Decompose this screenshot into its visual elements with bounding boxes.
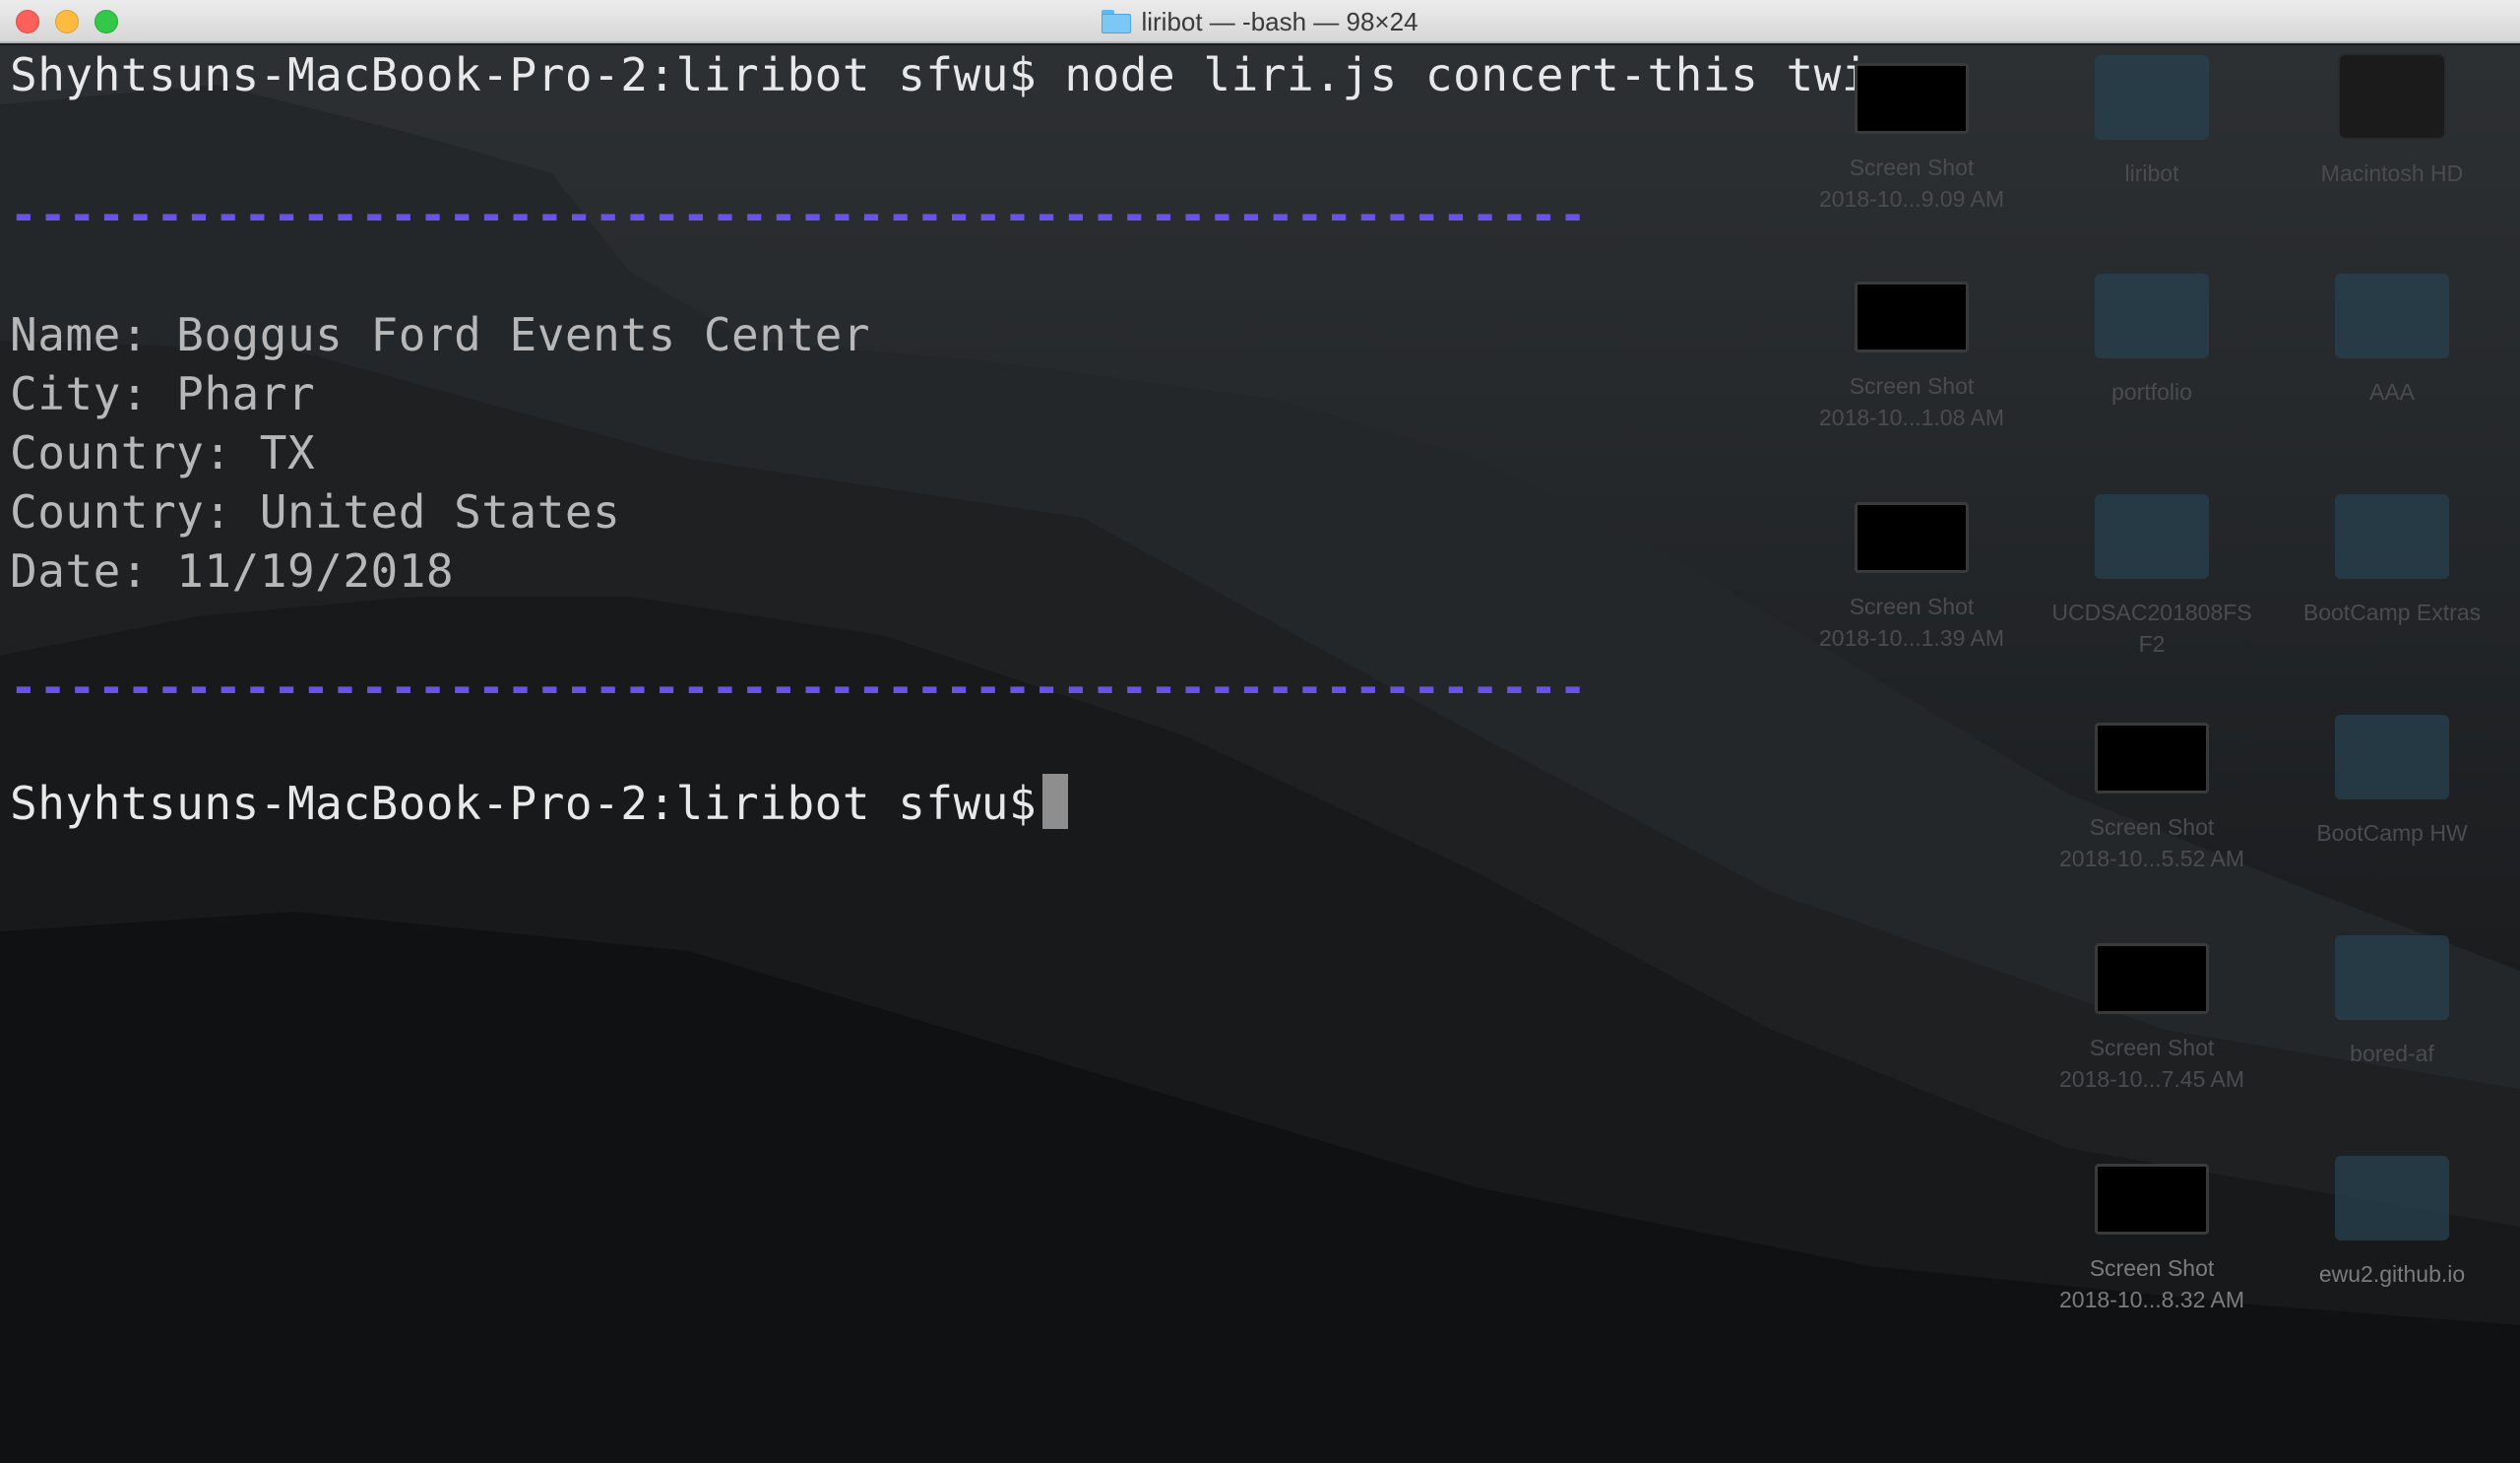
desktop-icon-label: liribot (2034, 158, 2270, 189)
icon-label-line2: 2018-10...7.45 AM (2059, 1066, 2244, 1092)
output-date: Date: 11/19/2018 (10, 544, 455, 598)
desktop-icon-label: portfolio (2034, 376, 2270, 408)
screenshot-icon (1855, 502, 1969, 573)
icon-label-line2: 2018-10...5.52 AM (2059, 846, 2244, 871)
desktop-icon-2[interactable]: Macintosh HD (2274, 45, 2510, 189)
output-city: City: Pharr (10, 367, 316, 420)
folder-icon (2335, 935, 2449, 1020)
icon-label-line1: bored-af (2350, 1041, 2434, 1066)
desktop-icon-0[interactable]: Screen Shot 2018-10...9.09 AM (1794, 45, 2030, 215)
icon-label-line2: F2 (2138, 631, 2166, 657)
icon-label-line2: 2018-10...1.08 AM (1819, 405, 2004, 430)
folder-icon (2095, 274, 2209, 358)
window-title-group: liribot — -bash — 98×24 (0, 0, 2520, 43)
desktop-icon-9[interactable]: Screen Shot 2018-10...5.52 AM (2034, 705, 2270, 874)
screenshot-icon (2095, 723, 2209, 794)
hard-disk-icon (2338, 53, 2446, 140)
desktop-icon-label: BootCamp HW (2274, 817, 2510, 849)
folder-icon (1102, 10, 1132, 33)
icon-label-line2: 2018-10...1.39 AM (1819, 625, 2004, 651)
terminal-window[interactable]: Shyhtsuns-MacBook-Pro-2:liribot sfwu$ no… (0, 45, 2520, 1463)
desktop-icon-5[interactable]: AAA (2274, 264, 2510, 408)
desktop-icon-8[interactable]: BootCamp Extras (2274, 484, 2510, 628)
output-country: Country: United States (10, 485, 621, 539)
window-titlebar[interactable]: liribot — -bash — 98×24 (0, 0, 2520, 43)
desktop-icon-14[interactable]: ewu2.github.io (2274, 1146, 2510, 1290)
icon-label-line1: BootCamp HW (2316, 820, 2468, 846)
icon-label-line1: liribot (2124, 160, 2179, 186)
command-prompt: Shyhtsuns-MacBook-Pro-2:liribot sfwu$ (10, 48, 1038, 101)
desktop-icon-label: AAA (2274, 376, 2510, 408)
command-line: Shyhtsuns-MacBook-Pro-2:liribot sfwu$ no… (10, 45, 1924, 104)
folder-icon (2335, 494, 2449, 579)
desktop-icon-label: Screen Shot 2018-10...1.08 AM (1794, 370, 2030, 433)
icon-label-line1: Screen Shot (2089, 1035, 2215, 1060)
icon-label-line1: Screen Shot (1849, 155, 1975, 180)
desktop-icon-10[interactable]: BootCamp HW (2274, 705, 2510, 849)
desktop-icon-label: Screen Shot 2018-10...9.09 AM (1794, 152, 2030, 215)
screenshot-icon (2095, 943, 2209, 1014)
desktop-icon-label: Screen Shot 2018-10...5.52 AM (2034, 811, 2270, 874)
text-cursor (1042, 774, 1069, 829)
desktop-icon-12[interactable]: bored-af (2274, 925, 2510, 1069)
desktop-icon-4[interactable]: portfolio (2034, 264, 2270, 408)
folder-icon (2095, 494, 2209, 579)
prompt-line[interactable]: Shyhtsuns-MacBook-Pro-2:liribot sfwu$ (10, 774, 1069, 833)
divider-top: ----------------------------------------… (10, 188, 1589, 241)
divider-bottom: ----------------------------------------… (10, 661, 1589, 714)
icon-label-line2: 2018-10...9.09 AM (1819, 186, 2004, 212)
icon-label-line1: Macintosh HD (2320, 160, 2464, 186)
desktop-icon-label: ewu2.github.io (2274, 1258, 2510, 1290)
desktop-icon-13[interactable]: Screen Shot 2018-10...8.32 AM (2034, 1146, 2270, 1315)
desktop-icon-11[interactable]: Screen Shot 2018-10...7.45 AM (2034, 925, 2270, 1095)
icon-label-line2: 2018-10...8.32 AM (2059, 1287, 2244, 1312)
desktop-icon-3[interactable]: Screen Shot 2018-10...1.08 AM (1794, 264, 2030, 433)
output-region: Country: TX (10, 426, 316, 479)
folder-icon (2095, 55, 2209, 140)
final-prompt: Shyhtsuns-MacBook-Pro-2:liribot sfwu$ (10, 777, 1038, 830)
desktop-icon-label: BootCamp Extras (2274, 597, 2510, 628)
screenshot-icon (1855, 63, 1969, 134)
icon-label-line1: AAA (2368, 379, 2416, 405)
desktop-icon-label: UCDSAC201808FS F2 (2034, 597, 2270, 660)
desktop-icon-label: Screen Shot 2018-10...1.39 AM (1794, 591, 2030, 654)
icon-label-line1: UCDSAC201808FS (2051, 600, 2252, 625)
desktop-icon-1[interactable]: liribot (2034, 45, 2270, 189)
icon-label-line1: ewu2.github.io (2318, 1261, 2466, 1287)
icon-label-line1: Screen Shot (2089, 1255, 2215, 1281)
folder-icon (2335, 715, 2449, 799)
desktop-icon-label: Screen Shot 2018-10...8.32 AM (2034, 1252, 2270, 1315)
screenshot-icon (1855, 282, 1969, 352)
folder-icon (2335, 1156, 2449, 1240)
icon-label-line1: Screen Shot (1849, 594, 1975, 619)
desktop-icon-label: bored-af (2274, 1038, 2510, 1069)
icon-label-line1: BootCamp Extras (2302, 600, 2482, 625)
screenshot-icon (2095, 1164, 2209, 1235)
desktop-icon-label: Screen Shot 2018-10...7.45 AM (2034, 1032, 2270, 1095)
icon-label-line1: portfolio (2111, 379, 2192, 405)
desktop-icon-7[interactable]: UCDSAC201808FS F2 (2034, 484, 2270, 660)
output-name: Name: Boggus Ford Events Center (10, 308, 871, 361)
terminal-output[interactable]: Shyhtsuns-MacBook-Pro-2:liribot sfwu$ no… (10, 45, 1924, 830)
icon-label-line1: Screen Shot (1849, 373, 1975, 399)
window-title: liribot — -bash — 98×24 (1141, 6, 1418, 36)
icon-label-line1: Screen Shot (2089, 814, 2215, 840)
desktop-icon-label: Macintosh HD (2274, 158, 2510, 189)
folder-icon (2335, 274, 2449, 358)
desktop-icon-6[interactable]: Screen Shot 2018-10...1.39 AM (1794, 484, 2030, 654)
